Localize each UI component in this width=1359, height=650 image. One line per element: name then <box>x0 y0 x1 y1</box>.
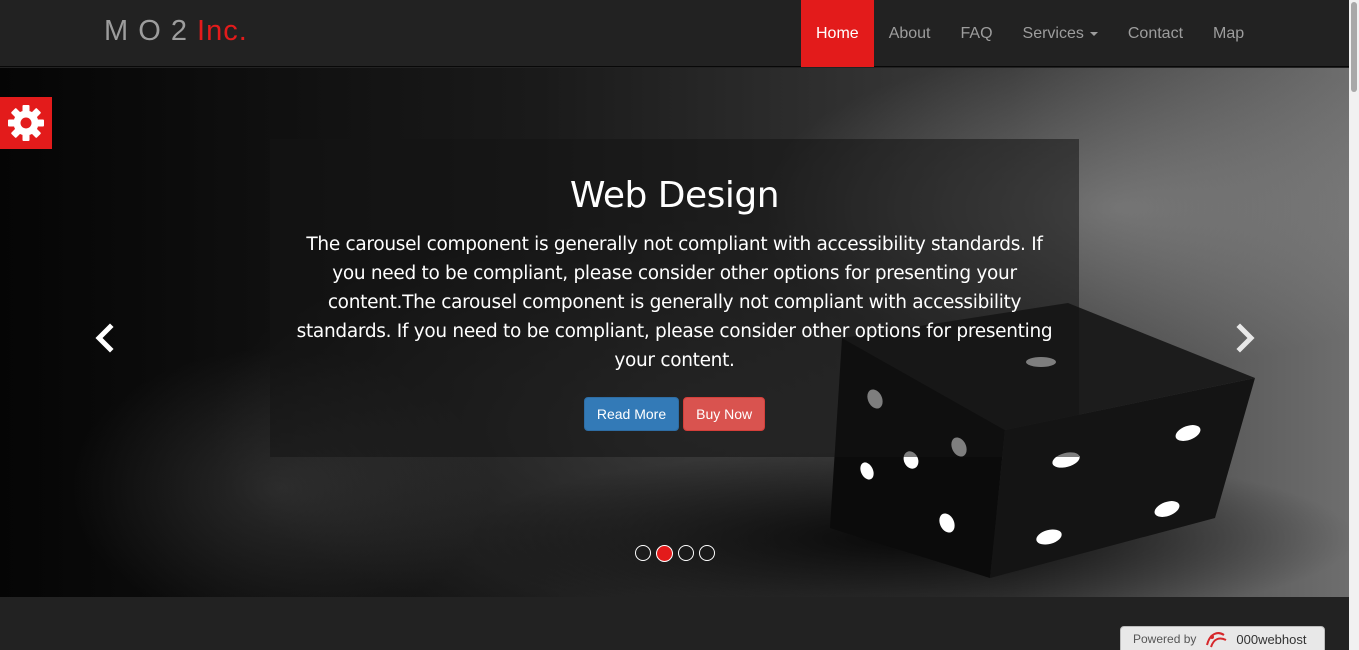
navbar: M O 2 Inc. Home About FAQ Services Conta… <box>0 0 1349 67</box>
webhost-name: 000webhost <box>1236 631 1307 647</box>
caption-buttons: Read More Buy Now <box>270 397 1079 431</box>
chevron-right-icon <box>1236 323 1255 353</box>
read-more-button[interactable]: Read More <box>583 397 680 431</box>
nav-item-services-dropdown[interactable]: Services <box>1008 0 1113 67</box>
nav-item-faq[interactable]: FAQ <box>946 0 1008 67</box>
caret-down-icon <box>1089 31 1098 36</box>
carousel-caption: Web Design The carousel component is gen… <box>270 139 1079 457</box>
carousel-text: The carousel component is generally not … <box>296 234 1053 371</box>
nav-item-about[interactable]: About <box>874 0 946 67</box>
powered-by-label: Powered by <box>1133 632 1197 646</box>
webhost-logo-icon <box>1206 632 1227 648</box>
buy-now-button[interactable]: Buy Now <box>683 397 766 431</box>
scrollbar-thumb[interactable] <box>1351 2 1357 92</box>
nav-label: Map <box>1213 24 1245 42</box>
carousel-indicator-2[interactable] <box>656 544 673 562</box>
carousel-indicator-3[interactable] <box>678 545 694 561</box>
carousel-next-button[interactable] <box>1230 323 1260 353</box>
nav-label: Contact <box>1127 24 1184 42</box>
brand-name: M O 2 <box>104 15 188 47</box>
scrollbar-track[interactable] <box>1349 0 1359 650</box>
brand-suffix: Inc. <box>197 15 248 47</box>
carousel-indicator-4[interactable] <box>699 545 715 561</box>
nav-label: FAQ <box>960 24 993 42</box>
chevron-left-icon <box>95 323 114 353</box>
nav-item-home[interactable]: Home <box>801 0 874 67</box>
nav-label: About <box>888 24 931 42</box>
carousel-title: Web Design <box>569 175 780 216</box>
carousel-prev-button[interactable] <box>90 323 120 353</box>
nav-item-contact[interactable]: Contact <box>1113 0 1198 67</box>
brand-logo[interactable]: M O 2 Inc. <box>104 15 248 48</box>
nav-label: Home <box>816 24 859 42</box>
carousel-indicators <box>635 544 715 562</box>
settings-button[interactable] <box>0 97 52 149</box>
nav-item-map[interactable]: Map <box>1198 0 1259 67</box>
powered-by-badge[interactable]: Powered by 000webhost <box>1120 626 1325 650</box>
gear-icon <box>8 105 44 141</box>
main-nav: Home About FAQ Services Contact Map <box>801 0 1259 67</box>
carousel-indicator-1[interactable] <box>635 545 651 561</box>
nav-label: Services <box>1022 24 1084 42</box>
